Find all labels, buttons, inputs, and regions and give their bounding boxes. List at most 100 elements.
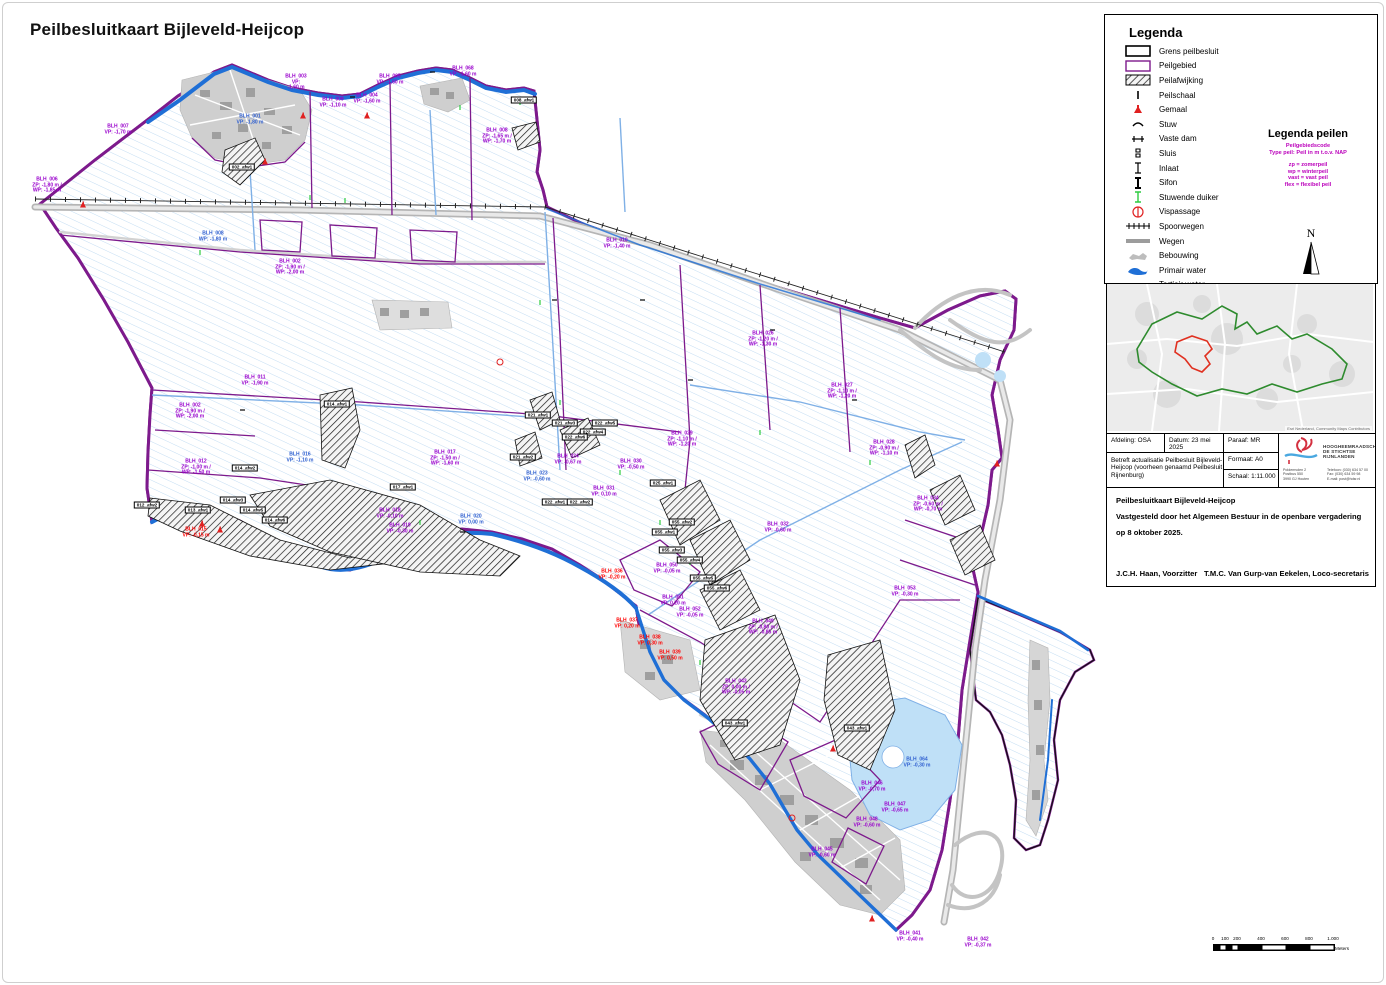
- scale-bar: 01002004006008001.000 Meters: [1213, 936, 1353, 958]
- peilgebied-label: BLH_005VP: -1,60 m: [377, 74, 404, 85]
- primair-icon: [1123, 264, 1153, 276]
- scale-bar-tick: 400: [1257, 936, 1265, 941]
- statement-panel: Peilbesluitkaart Bijleveld-Heijcop Vastg…: [1106, 487, 1376, 587]
- peilgebied-label: BLH_028ZP: -0,90 m /WP: -1,10 m: [869, 441, 898, 458]
- peilgebied-label: BLH_048VP: -0,60 m: [854, 817, 881, 828]
- sifon-icon: [1123, 177, 1153, 189]
- legend-item-label: Peilgebied: [1159, 61, 1196, 70]
- peilafwijking-label: 012_afw2: [134, 502, 160, 509]
- legend-item-label: Vispassage: [1159, 207, 1200, 216]
- peilafwijking-label: 014_afw5: [240, 507, 266, 514]
- peilgebied-label: BLH_008WP: -1,80 m: [199, 231, 227, 242]
- north-label: N: [1296, 226, 1326, 241]
- legend-item-label: Stuwende duiker: [1159, 193, 1219, 202]
- peilafwijking-label: 021_afw2: [510, 454, 536, 461]
- inlaat-icon: [1123, 162, 1153, 174]
- legend-item-grens: Grens peilbesluit: [1123, 44, 1377, 59]
- peilgebied-label: BLH_031VP: 0,10 m: [591, 486, 616, 497]
- peilgebied-label: BLH_039VP: 0,50 m: [657, 650, 682, 661]
- scale-bar-tick: 800: [1305, 936, 1313, 941]
- statement-line2: Vastgesteld door het Algemeen Bestuur in…: [1116, 512, 1361, 521]
- peilgebied-label: BLH_029ZP: -1,10 m /WP: -1,20 m: [667, 432, 696, 449]
- gemaal-icon: [869, 910, 876, 917]
- peilgebied-label: BLH_051VP: 0,20 m: [660, 595, 685, 606]
- legend-item-label: Primair water: [1159, 266, 1206, 275]
- peilgebied-label: BLH_053VP: -0,30 m: [892, 586, 919, 597]
- vispassage-icon: [1123, 206, 1153, 218]
- gemaal-icon: [80, 196, 87, 203]
- peilgebied-label: BLH_068VP: -1,60 m: [450, 66, 477, 77]
- peilafwijking-label: 013_afw1: [185, 507, 211, 514]
- legend-item-gemaal: Gemaal: [1123, 102, 1377, 117]
- peilafwijking-label: 055_afw3: [659, 547, 685, 554]
- peilgebied-label: BLH_037VP: 0,20 m: [614, 618, 639, 629]
- legend-item-label: Spoorwegen: [1159, 222, 1204, 231]
- inset-attribution: Esri Nederland, Community Maps Contribut…: [1285, 426, 1372, 431]
- peilgebied-label: BLH_042VP: -0,37 m: [965, 937, 992, 948]
- legend-item-label: Gemaal: [1159, 105, 1187, 114]
- meta-paraaf: Paraaf: MR: [1224, 434, 1279, 453]
- gemaal-icon: [994, 455, 1001, 462]
- peilgebied-label: BLH_024VP: -0,67 m: [555, 454, 582, 465]
- peilschaal-icon: [1123, 89, 1153, 101]
- peilgebied-label: BLH_007VP: -1,70 m: [105, 124, 132, 135]
- legend-item-peilgebied: Peilgebied: [1123, 59, 1377, 74]
- peilgebied-label: BLH_001VP: -1,80 m: [237, 114, 264, 125]
- peilgebied-label: BLH_012ZP: -1,00 m /WP: -1,50 m: [181, 460, 210, 477]
- legend-item-label: Wegen: [1159, 237, 1184, 246]
- legend-item-label: Sifon: [1159, 178, 1177, 187]
- peilgebied-label: BLH_046VP: -0,70 m: [859, 781, 886, 792]
- peilgebied-label: BLH_032VP: -0,60 m: [765, 522, 792, 533]
- inset-map-canvas: [1107, 284, 1373, 431]
- peilgebied-label: BLH_026ZP: -1,20 m /WP: -1,30 m: [748, 332, 777, 349]
- gemaal-icon: [830, 740, 837, 747]
- meta-formaat: Formaat: A0: [1224, 453, 1279, 470]
- peilafwijking-label: 008_afw1: [511, 97, 537, 104]
- scale-bar-tick: 0: [1212, 936, 1215, 941]
- hdsr-logo-icon: [1281, 436, 1321, 466]
- peilgebied-label: BLH_016VP: -1,10 m: [287, 452, 314, 463]
- legend-item-vispassage: Vispassage: [1123, 205, 1377, 220]
- statement-line3: op 8 oktober 2025.: [1116, 528, 1183, 537]
- peilgebied-label: BLH_027ZP: -1,10 m /WP: -1,20 m: [827, 384, 856, 401]
- legend-item-spoor: Spoorwegen: [1123, 219, 1377, 234]
- peilgebied-label: BLH_018VP: -0,10 m: [377, 508, 404, 519]
- peilgebied-label: BLH_002ZP: -1,90 m /WP: -2,00 m: [175, 404, 204, 421]
- peilgebied-label: BLH_015VP: -0,15 m: [183, 527, 210, 538]
- peilgebied-label: BLH_030VP: -0,50 m: [618, 459, 645, 470]
- legend-item-label: Grens peilbesluit: [1159, 47, 1219, 56]
- legend-item-wegen: Wegen: [1123, 234, 1377, 249]
- meta-schaal: Schaal: 1:11.000: [1224, 470, 1279, 488]
- peilafwijking-label: 014_afw6: [262, 517, 288, 524]
- peilgebied-label: BLH_043ZP: 0,00 m /WP: -0,05 m: [722, 680, 750, 697]
- north-arrow-icon: [1300, 241, 1322, 275]
- legend-item-bebouwing: Bebouwing: [1123, 248, 1377, 263]
- peilafwijking-label: 021_afw3: [552, 420, 578, 427]
- peilgebied-label: BLH_052VP: -0,05 m: [677, 607, 704, 618]
- legend-peilen-lines: zp = zomerpeilwp = winterpeilvast = vast…: [1240, 162, 1376, 188]
- logo-org-name: HOOGHEEMRAADSCHAPDE STICHTSE RIJNLANDEN: [1323, 444, 1375, 459]
- wegen-icon: [1123, 235, 1153, 247]
- logo-address: Poldermolen 2Postbus 5503990 GJ Houten: [1283, 468, 1309, 481]
- peilgebied-label: BLH_006ZP: -1,80 m /WP: -1,85 m: [32, 178, 61, 195]
- duiker-icon: [1123, 191, 1153, 203]
- gemaal-icon: [262, 153, 269, 160]
- peilafwijking-label: 017_afw1: [390, 484, 416, 491]
- statement-title: Peilbesluitkaart Bijleveld-Heijcop: [1116, 496, 1235, 505]
- legend-item-peilschaal: Peilschaal: [1123, 88, 1377, 103]
- scale-bar-tick: 600: [1281, 936, 1289, 941]
- peilgebied-label: BLH_050VP: -0,05 m: [654, 563, 681, 574]
- legend-item-label: Stuw: [1159, 120, 1177, 129]
- legend-item-label: Bebouwing: [1159, 251, 1199, 260]
- peilgebied-label: BLH_038VP: 0,30 m: [637, 635, 662, 646]
- gemaal-icon: [300, 107, 307, 114]
- gemaal-icon: [199, 515, 206, 522]
- meta-datum: Datum: 23 mei 2025: [1165, 434, 1224, 453]
- scale-bar-tick: 1.000: [1327, 936, 1339, 941]
- peilgebied-label: BLH_064VP: -0,30 m: [904, 757, 931, 768]
- legend-peilen-sub: PeilgebiedscodeType peil: Peil in m t.o.…: [1240, 143, 1376, 156]
- legend-peilen-title: Legenda peilen: [1240, 128, 1376, 140]
- signature-voorzitter: J.C.H. Haan, Voorzitter: [1116, 569, 1197, 578]
- logo-contact: Telefoon: (030) 634 57 00Fax: (030) 634 …: [1327, 468, 1368, 481]
- peilafwijking-label: 022_afw1: [542, 499, 568, 506]
